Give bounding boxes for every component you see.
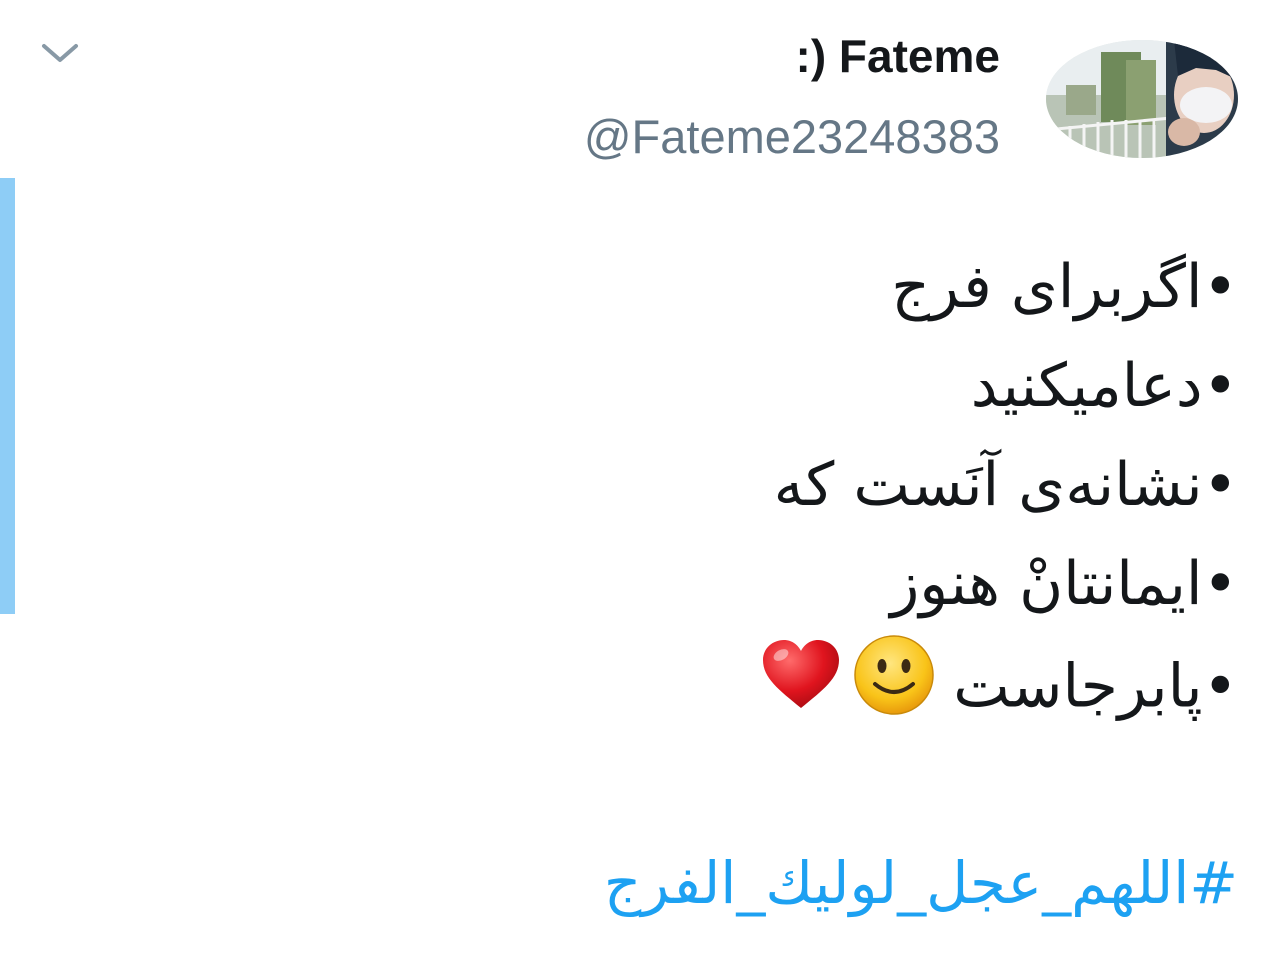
- chevron-down-icon[interactable]: [38, 38, 82, 68]
- author-names: :) Fateme @Fateme23248383: [584, 30, 1000, 165]
- hashtag-link[interactable]: #اللهم_عجل_لوليك_الفرج: [604, 838, 1238, 928]
- avatar[interactable]: [1046, 40, 1238, 158]
- tweet-header: :) Fateme @Fateme23248383: [584, 30, 1238, 165]
- display-name[interactable]: :) Fateme: [796, 30, 1000, 82]
- tweet-line-5-text: •پابرجاست: [953, 651, 1238, 722]
- tweet-text: •اگربرای فرج •دعامیکنید •نشانه‌ی آنَست ک…: [761, 238, 1238, 733]
- tweet-line-3: •نشانه‌ی آنَست که: [773, 450, 1238, 520]
- emoji-group: [761, 634, 935, 746]
- slightly-smiling-face-icon: [853, 634, 935, 746]
- tweet-line-2: •دعامیکنید: [970, 351, 1238, 421]
- tweet-line-1: •اگربرای فرج: [891, 252, 1238, 322]
- tweet-line-4: •ایمانتانْ هنوز: [890, 549, 1238, 619]
- user-handle[interactable]: @Fateme23248383: [584, 109, 1000, 165]
- red-heart-icon: [761, 638, 841, 742]
- thread-accent-bar: [0, 178, 15, 614]
- tweet-line-5: •پابرجاست: [761, 634, 1238, 733]
